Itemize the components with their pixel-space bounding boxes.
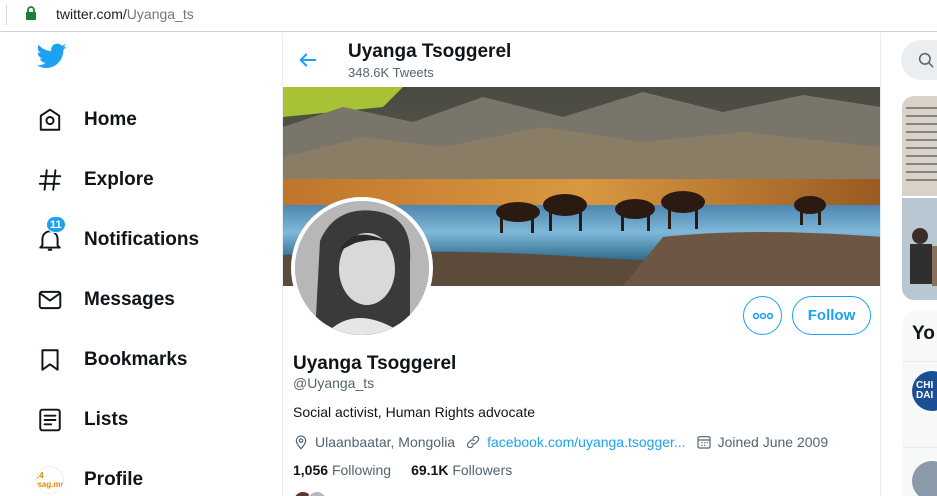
lock-icon: [25, 6, 37, 25]
profile-avatar-image: 24 tsag.mn: [36, 466, 64, 494]
address-bar[interactable]: twitter.com/Uyanga_ts: [0, 0, 937, 32]
follow-stats: 1,056 Following 69.1K Followers: [293, 462, 532, 478]
calendar-icon: [696, 436, 711, 449]
header-tweet-count: 348.6K Tweets: [348, 65, 434, 80]
suggested-account-avatar[interactable]: [912, 461, 937, 496]
url-host: twitter.com/: [56, 6, 127, 22]
followers-count: 69.1K: [411, 462, 449, 478]
bookmark-icon: [36, 346, 64, 374]
following-count: 1,056: [293, 462, 329, 478]
website-link[interactable]: facebook.com/uyanga.tsogger...: [487, 434, 685, 450]
more-icon: [752, 307, 774, 325]
url-text[interactable]: twitter.com/Uyanga_ts: [56, 6, 194, 22]
profile-handle: @Uyanga_ts: [293, 375, 375, 391]
list-icon: [36, 406, 64, 434]
profile-bio: Social activist, Human Rights advocate: [293, 404, 535, 420]
nav-item-label: Explore: [84, 169, 154, 190]
profile-header: Uyanga Tsoggerel 348.6K Tweets: [283, 33, 880, 87]
profile-name: Uyanga Tsoggerel: [293, 353, 457, 374]
panel-title: Yo: [912, 323, 935, 344]
nav-item-label: Messages: [84, 289, 175, 310]
joined-item: Joined June 2009: [696, 434, 829, 450]
profile-avatar: 24 tsag.mn: [36, 466, 64, 494]
followers-stat[interactable]: 69.1K Followers: [411, 462, 512, 478]
notification-badge: 11: [46, 216, 66, 233]
twitter-logo-icon[interactable]: [36, 43, 67, 73]
profile-main: Uyanga Tsoggerel 348.6K Tweets Follow Uy…: [283, 33, 881, 496]
nav-item-label: Home: [84, 109, 137, 130]
envelope-icon: [36, 286, 64, 314]
home-icon: [36, 106, 64, 134]
follow-button[interactable]: Follow: [792, 296, 871, 335]
followed-by-avatars[interactable]: [293, 491, 327, 496]
divider: [6, 5, 7, 25]
sidebar-nav: Home Explore 11 Notifications Messages B…: [0, 33, 283, 496]
suggested-account-avatar[interactable]: CHI DAI: [912, 371, 937, 411]
nav-item-label: Notifications: [84, 229, 200, 250]
nav-item-notifications[interactable]: 11 Notifications: [36, 216, 200, 257]
joined-text: Joined June 2009: [717, 434, 829, 450]
profile-meta: Ulaanbaatar, Mongolia facebook.com/uyang…: [293, 432, 838, 452]
followers-label: Followers: [452, 462, 513, 478]
nav-item-label: Profile: [84, 469, 144, 490]
header-name: Uyanga Tsoggerel: [348, 41, 512, 62]
location-pin-icon: [295, 435, 307, 450]
divider: [902, 447, 937, 448]
url-path: Uyanga_ts: [126, 6, 194, 22]
search-icon: [918, 52, 934, 68]
back-arrow-icon[interactable]: [297, 49, 321, 73]
who-to-follow-panel: Yo CHI DAI: [902, 311, 937, 496]
right-sidebar: Yo CHI DAI: [881, 33, 937, 496]
nav-item-home[interactable]: Home: [36, 103, 137, 137]
hashtag-icon: [36, 166, 64, 194]
nav-item-label: Lists: [84, 409, 129, 430]
nav-item-explore[interactable]: Explore: [36, 163, 154, 197]
profile-avatar-large[interactable]: [291, 197, 433, 339]
website-item: facebook.com/uyanga.tsogger...: [465, 434, 686, 450]
search-input[interactable]: [901, 40, 937, 80]
nav-item-profile[interactable]: 24 tsag.mn Profile: [36, 463, 143, 496]
media-thumbnails[interactable]: [902, 96, 937, 300]
link-icon: [466, 435, 480, 449]
location-item: Ulaanbaatar, Mongolia: [293, 434, 455, 450]
following-label: Following: [331, 462, 392, 478]
follower-avatar: [307, 491, 327, 496]
nav-item-label: Bookmarks: [84, 349, 188, 370]
following-stat[interactable]: 1,056 Following: [293, 462, 391, 478]
divider: [902, 361, 937, 362]
more-options-button[interactable]: [743, 296, 782, 335]
location-text: Ulaanbaatar, Mongolia: [315, 434, 456, 450]
nav-item-bookmarks[interactable]: Bookmarks: [36, 343, 188, 377]
nav-item-lists[interactable]: Lists: [36, 403, 128, 437]
nav-item-messages[interactable]: Messages: [36, 283, 175, 317]
bell-icon: 11: [36, 216, 66, 254]
